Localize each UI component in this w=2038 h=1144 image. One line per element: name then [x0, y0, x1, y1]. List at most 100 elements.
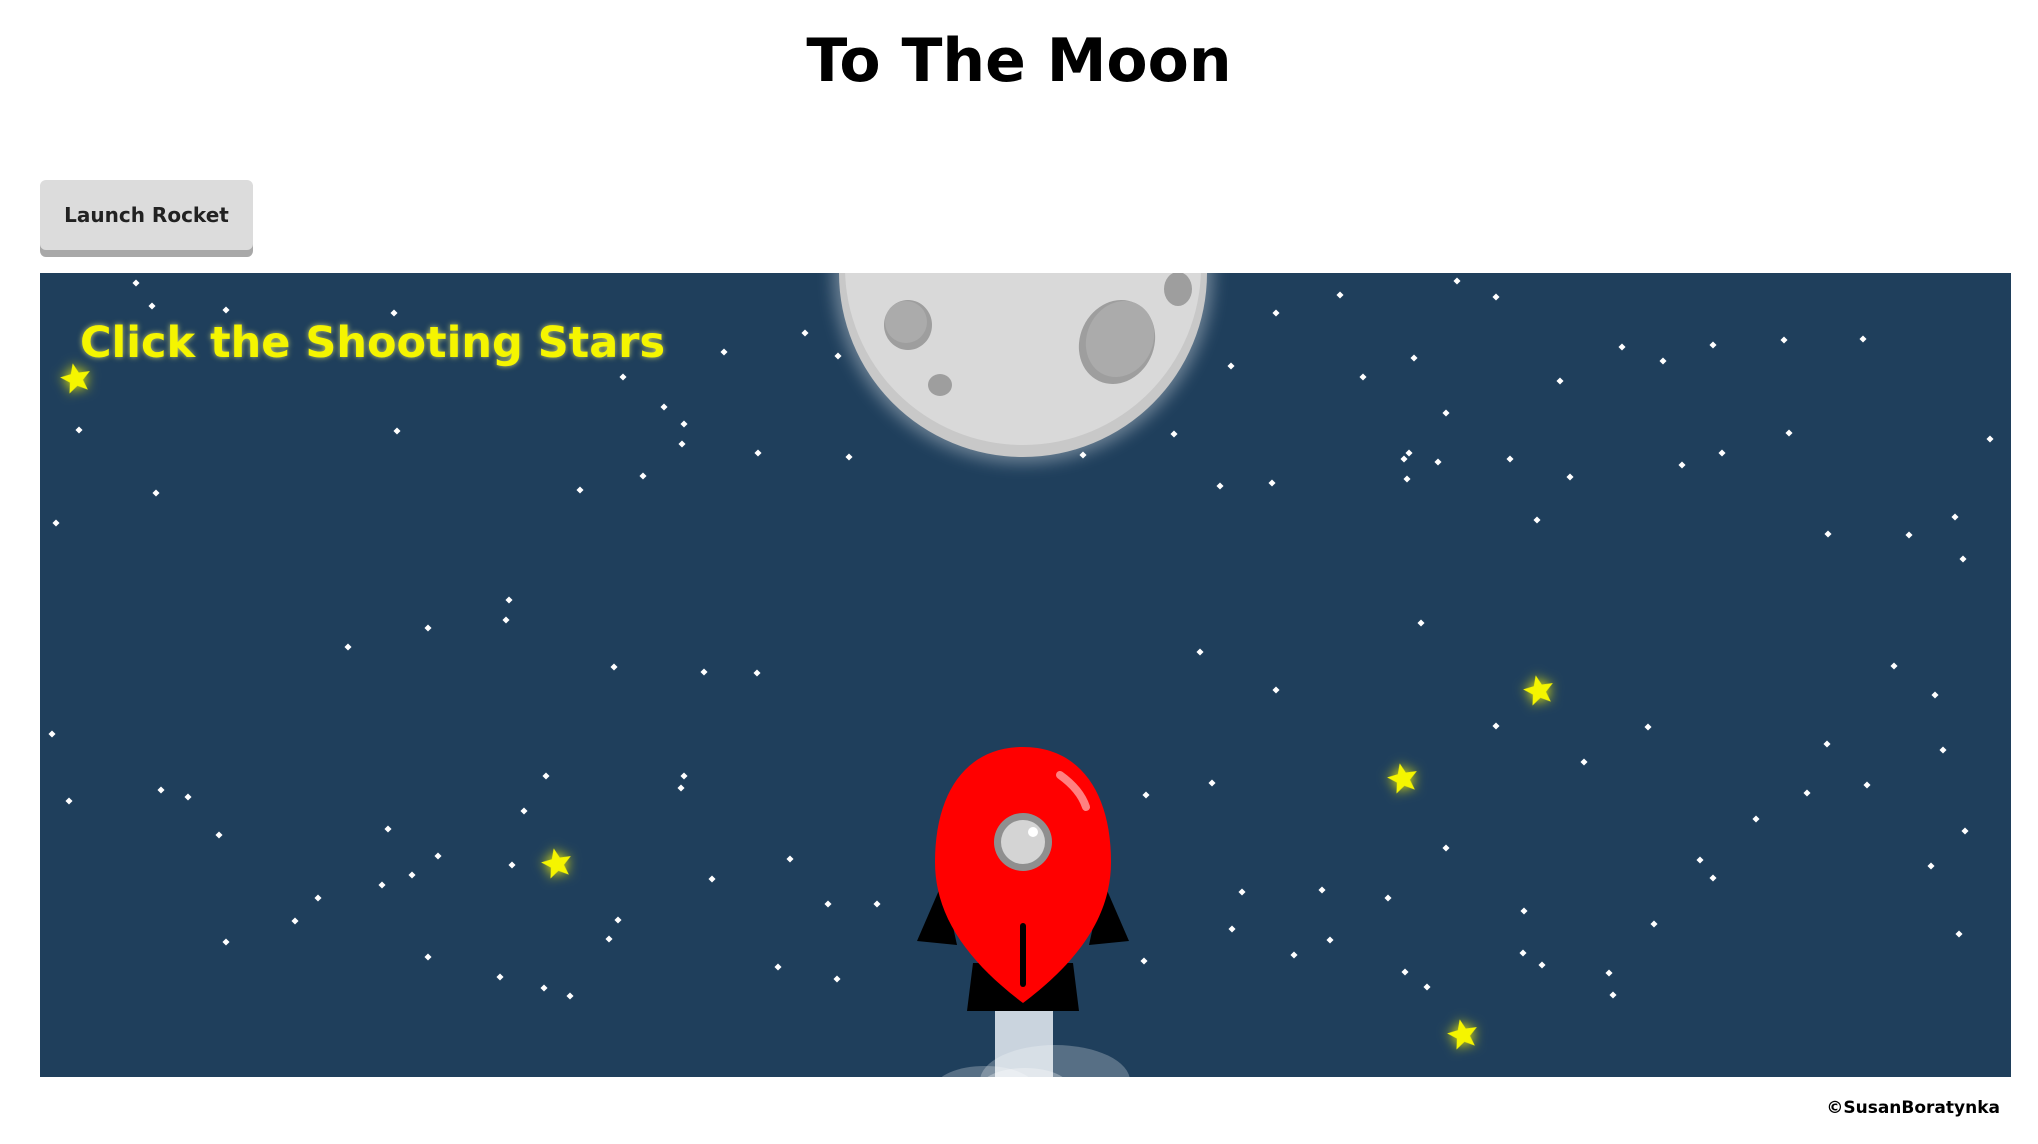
background-star [384, 825, 392, 833]
background-star [1384, 894, 1392, 902]
background-star [1752, 815, 1760, 823]
rocket [917, 747, 1129, 1011]
background-star [132, 279, 140, 287]
background-star [75, 426, 83, 434]
background-star [1824, 530, 1832, 538]
background-star [1326, 936, 1334, 944]
background-star [1905, 531, 1913, 539]
shooting-star-icon[interactable] [1385, 760, 1421, 795]
background-star [1609, 991, 1617, 999]
background-star [1238, 888, 1246, 896]
background-star [1519, 949, 1527, 957]
background-star [1863, 781, 1871, 789]
background-star [520, 807, 528, 815]
background-star [1538, 961, 1546, 969]
background-star [1566, 473, 1574, 481]
background-star [496, 973, 504, 981]
background-star [1955, 930, 1963, 938]
background-star [222, 938, 230, 946]
background-star [1423, 983, 1431, 991]
background-star [833, 975, 841, 983]
background-star [1401, 968, 1409, 976]
background-star [1492, 722, 1500, 730]
background-star [801, 329, 809, 337]
background-star [774, 963, 782, 971]
background-star [1931, 691, 1939, 699]
background-star [540, 984, 548, 992]
background-star [845, 453, 853, 461]
moon-crater [1164, 273, 1192, 306]
background-star [1939, 746, 1947, 754]
background-star [291, 917, 299, 925]
background-star [873, 900, 881, 908]
background-star [65, 797, 73, 805]
background-star [1959, 555, 1967, 563]
background-star [1403, 475, 1411, 483]
background-star [786, 855, 794, 863]
background-star [215, 831, 223, 839]
background-star [314, 894, 322, 902]
background-star [708, 875, 716, 883]
background-star [1208, 779, 1216, 787]
background-star [1927, 862, 1935, 870]
shooting-star-icon[interactable] [539, 845, 575, 880]
background-star [148, 302, 156, 310]
background-star [1520, 907, 1528, 915]
launch-rocket-button[interactable]: Launch Rocket [40, 180, 253, 250]
background-star [1140, 957, 1148, 965]
space-scene: Click the Shooting Stars [40, 273, 2011, 1077]
background-star [1961, 827, 1969, 835]
background-star [1709, 341, 1717, 349]
background-star [1336, 291, 1344, 299]
background-star [1405, 449, 1413, 457]
background-star [1318, 886, 1326, 894]
background-star [1605, 969, 1613, 977]
background-star [610, 663, 618, 671]
background-star [1823, 740, 1831, 748]
background-star [424, 624, 432, 632]
moon [833, 273, 1213, 463]
background-star [378, 881, 386, 889]
background-star [1228, 925, 1236, 933]
shooting-star-icon[interactable] [1445, 1016, 1481, 1051]
shooting-stars-layer [60, 363, 1557, 1051]
background-star [700, 668, 708, 676]
background-star [1434, 458, 1442, 466]
background-star [614, 916, 622, 924]
background-star [1644, 723, 1652, 731]
background-star [222, 306, 230, 314]
background-star [1580, 758, 1588, 766]
moon-crater [928, 374, 952, 396]
background-star [1859, 335, 1867, 343]
background-star [52, 519, 60, 527]
background-star [508, 861, 516, 869]
background-star [1400, 455, 1408, 463]
page-title: To The Moon [806, 26, 1232, 96]
background-star [639, 472, 647, 480]
background-star [1142, 791, 1150, 799]
background-star [1442, 409, 1450, 417]
background-star [678, 440, 686, 448]
background-star [1951, 513, 1959, 521]
background-star [157, 786, 165, 794]
background-star [605, 935, 613, 943]
background-star [753, 669, 761, 677]
background-star [344, 643, 352, 651]
background-star [1709, 874, 1717, 882]
background-star [424, 953, 432, 961]
background-star [1718, 449, 1726, 457]
rocket-exhaust [941, 1008, 1130, 1077]
background-star [1492, 293, 1500, 301]
background-star [566, 992, 574, 1000]
background-star [1196, 648, 1204, 656]
background-star [1417, 619, 1425, 627]
background-star [680, 420, 688, 428]
background-star [1650, 920, 1658, 928]
background-star [393, 427, 401, 435]
shooting-star-icon[interactable] [1521, 672, 1557, 707]
background-star [660, 403, 668, 411]
background-star [1453, 277, 1461, 285]
background-star [434, 852, 442, 860]
background-star [1272, 686, 1280, 694]
background-star [677, 784, 685, 792]
